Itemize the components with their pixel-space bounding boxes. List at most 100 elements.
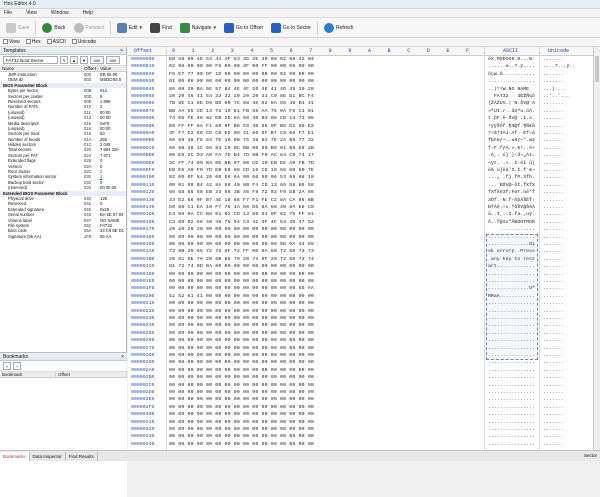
forward-button[interactable]: Forward — [70, 20, 108, 36]
view-toggle[interactable]: View — [3, 39, 20, 45]
unicode-toggle[interactable]: Unicode — [71, 39, 97, 45]
template-offset-a[interactable]: 000 — [90, 56, 104, 64]
template-row[interactable]: Signature (55 AA) 1FE 55 AA — [0, 234, 126, 239]
vertical-scrollbar[interactable] — [593, 47, 600, 450]
unicode-label: Unicode — [77, 39, 97, 45]
hex-offset: 00000160 — [131, 219, 155, 225]
hex-bytes: 33 D2 66 0F B7 4E 18 66 F7 F1 FE C2 8A C… — [169, 197, 314, 203]
hex-row[interactable]: 00000070 BB AA 55 CD 13 72 10 81 FB 55 AA… — [128, 108, 593, 115]
find-button[interactable]: Find — [146, 20, 176, 36]
hex-row[interactable]: 00000110 00 01 00 B4 42 8A 56 40 8B F4 CD… — [128, 182, 593, 189]
hex-toggle[interactable]: Hex — [25, 39, 41, 45]
hex-row[interactable]: 00000030 01 00 06 00 00 00 00 00 00 00 00… — [128, 78, 593, 85]
menu-file[interactable]: File — [4, 10, 12, 16]
hex-row[interactable]: 00000320 00 00 00 00 00 00 00 00 00 00 00… — [128, 426, 593, 433]
hex-row[interactable]: 00000170 20 20 20 20 00 00 00 00 00 00 00… — [128, 226, 593, 233]
hex-row[interactable]: 00000150 E4 06 0A CC B8 01 02 CD 13 66 61… — [128, 211, 593, 218]
refresh-button[interactable]: Refresh — [320, 20, 358, 36]
col-bookmark[interactable]: Bookmark — [0, 372, 56, 378]
template-field-offset: 1FE — [84, 233, 92, 239]
hex-row[interactable]: 00000310 00 00 00 00 00 00 00 00 00 00 00… — [128, 419, 593, 426]
hex-row[interactable]: 00000090 B9 FF FF 8A F1 66 0F B6 C6 40 66… — [128, 123, 593, 130]
scrollbar-thumb[interactable] — [595, 56, 599, 82]
hex-row[interactable]: 000002B0 00 00 00 00 00 00 00 00 00 00 00… — [128, 374, 593, 381]
hex-row[interactable]: 00000330 00 00 00 00 00 00 00 00 00 00 00… — [128, 433, 593, 440]
hex-row[interactable]: 00000140 D0 66 C1 EA 10 F7 76 1A 86 D6 8A… — [128, 204, 593, 211]
hex-row[interactable]: 000000D0 00 E9 2C 03 A0 FA 7D B4 7D 8B F0… — [128, 152, 593, 159]
hex-bytes: 00 E9 2C 03 A0 FA 7D B4 7D 8B F0 AC 84 C… — [169, 153, 314, 159]
hex-row[interactable]: 00000160 C3 00 02 66 40 49 75 94 C3 42 4F… — [128, 219, 593, 226]
ascii-text: fXfXë3f;Før.ùë*f — [488, 190, 535, 196]
ascii-text: ......ø..?.ÿ.... — [488, 64, 535, 70]
hex-row[interactable]: 00000050 20 20 46 41 54 33 32 20 20 20 33… — [128, 93, 593, 100]
template-offset-b[interactable]: 000 — [106, 56, 120, 64]
checkbox-icon — [25, 39, 31, 44]
hex-row[interactable]: 000000A0 3F F7 E2 86 CD C0 ED 06 41 66 0F… — [128, 130, 593, 137]
hex-column-header: E — [446, 48, 450, 54]
go-to-offset-button[interactable]: Go to Offset — [220, 20, 267, 36]
hex-row[interactable]: 000002D0 00 00 00 00 00 00 00 00 00 00 00… — [128, 389, 593, 396]
hex-view[interactable]: Offset 0 1 2 3 4 5 6 7 8 9 A B C D E F ASCII Unicode 00… — [128, 47, 600, 450]
ascii-toggle[interactable]: ASCII — [46, 39, 66, 45]
hex-row[interactable]: 00000290 00 00 00 00 00 00 00 00 00 00 00… — [128, 359, 593, 366]
unicode-text: ....... — [543, 175, 564, 181]
remove-bookmark-icon[interactable]: − — [13, 362, 21, 370]
unicode-text: ....... — [543, 360, 564, 366]
navigate-button[interactable]: Navigate ▾ — [176, 20, 220, 36]
close-icon[interactable]: × — [120, 47, 123, 55]
add-bookmark-icon[interactable]: + — [3, 362, 11, 370]
hex-offset: 00000260 — [131, 338, 155, 344]
hex-row[interactable]: 00000100 02 00 0F 84 20 00 66 6A 00 66 50… — [128, 174, 593, 181]
ascii-text: {ŽÁŽÙ½.|ˆN.ŠV@´A — [488, 101, 535, 107]
hex-offset: 000001B0 — [131, 256, 155, 262]
tab-data-inspector[interactable]: Data Inspector — [30, 451, 66, 461]
hex-row[interactable]: 00000080 74 05 FE 46 02 EB 2D 8A 56 40 B4… — [128, 115, 593, 122]
menu-view[interactable]: View — [26, 10, 37, 16]
ascii-text: ................ — [488, 404, 535, 410]
hex-row[interactable]: 000000F0 EB E5 A0 F9 7D EB E0 98 CD 16 CD… — [128, 167, 593, 174]
hex-bytes: 3F F7 E2 86 CD C0 ED 06 41 66 0F B7 C9 6… — [169, 131, 314, 136]
hex-row[interactable]: 00000060 7B 8E C1 8E D9 BD 00 7C 88 4E 02… — [128, 100, 593, 107]
template-next-icon[interactable]: ▼ — [80, 56, 88, 64]
hex-row[interactable]: 00000040 80 00 29 BA 5E 57 84 4E 4F 20 4E… — [128, 86, 593, 93]
menu-help[interactable]: Help — [83, 10, 93, 16]
hex-row[interactable]: 000000C0 66 8B 46 1C 66 83 C0 0C BB 00 80… — [128, 145, 593, 152]
unicode-text: ....... — [543, 168, 564, 173]
hex-row[interactable]: 000002C0 00 00 00 00 00 00 00 00 00 00 00… — [128, 382, 593, 389]
close-icon[interactable]: × — [121, 353, 124, 361]
hex-row[interactable]: 00000300 00 00 00 00 00 00 00 00 00 00 00… — [128, 411, 593, 418]
forward-label: Forward — [85, 24, 104, 31]
hex-row[interactable]: 00000010 02 00 00 00 00 F8 00 00 3F 00 FF… — [128, 63, 593, 70]
template-select[interactable]: FAT32 Boot Sector — [3, 56, 58, 64]
checkbox-icon — [71, 39, 77, 44]
menu-window[interactable]: Window — [51, 10, 69, 16]
col-bookmark-offset[interactable]: Offset — [56, 372, 127, 378]
ascii-label: ASCII — [52, 39, 66, 45]
tab-bookmarks[interactable]: Bookmarks — [0, 451, 30, 461]
hex-bytes: 00 00 00 00 00 00 00 00 00 00 00 00 00 0… — [169, 308, 314, 314]
hex-row[interactable]: 000000E0 3C FF 74 09 B4 0E BB 07 00 CD 10… — [128, 160, 593, 167]
refresh-icon — [323, 22, 334, 33]
save-button[interactable]: Save — [2, 20, 33, 36]
tab-find-results[interactable]: Find Results — [66, 451, 98, 461]
hex-row[interactable]: 000002A0 00 00 00 00 00 00 00 00 00 00 00… — [128, 367, 593, 374]
template-prev-icon[interactable]: ▲ — [70, 56, 78, 64]
hex-row[interactable]: 000000B0 66 89 46 F8 83 7E 16 00 75 38 83… — [128, 137, 593, 144]
back-button[interactable]: Back — [38, 20, 69, 36]
hex-bytes: 00 00 00 00 00 00 00 00 00 00 00 00 00 0… — [169, 404, 314, 410]
hex-bytes: 01 00 06 00 00 00 00 00 00 00 00 00 00 0… — [169, 79, 314, 85]
hex-row[interactable]: 00000020 F5 E7 77 00 DF 1D 00 00 00 00 00… — [128, 71, 593, 78]
hex-row[interactable]: 00000000 EB 58 90 4D 53 44 4F 53 35 2E 30… — [128, 56, 593, 63]
go-to-sector-button[interactable]: Go to Sector — [267, 20, 315, 36]
hex-row[interactable]: 00000340 00 00 00 00 00 00 00 00 00 00 00… — [128, 441, 593, 448]
unicode-text: ....... — [543, 441, 564, 447]
template-edit-icon[interactable]: ✎ — [60, 56, 68, 64]
edit-button[interactable]: Edit ▾ — [113, 20, 146, 36]
hex-row[interactable]: 000002E0 00 00 00 00 00 00 00 00 00 00 00… — [128, 396, 593, 403]
hex-row[interactable]: 000002F0 00 00 00 00 00 00 00 00 00 00 00… — [128, 404, 593, 411]
hex-row[interactable]: 00000120 66 58 66 58 EB 33 66 3B 46 F8 72… — [128, 189, 593, 196]
hex-row[interactable]: 00000130 33 D2 66 0F B7 4E 18 66 F7 F1 FE… — [128, 197, 593, 204]
hex-bytes: 00 00 00 00 00 00 00 00 00 00 00 00 00 0… — [169, 279, 314, 284]
ascii-text: ÐfÁê.÷v.†ÖŠV@ŠèÀ — [488, 205, 535, 210]
hex-column-header: 9 — [348, 48, 352, 54]
